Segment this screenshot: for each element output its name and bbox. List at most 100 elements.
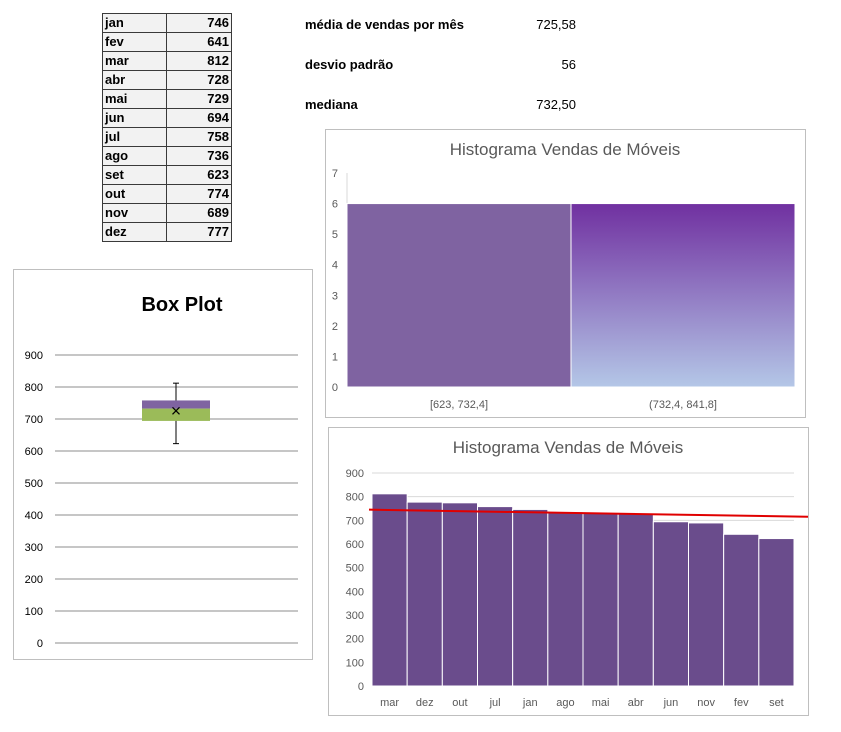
y-tick-label: 100 bbox=[346, 657, 364, 669]
y-tick-label: 600 bbox=[346, 539, 364, 551]
histogram-bar bbox=[652, 521, 690, 687]
value-cell: 758 bbox=[166, 127, 232, 147]
y-tick-label: 200 bbox=[346, 634, 364, 646]
x-tick-label: dez bbox=[416, 697, 434, 709]
y-tick-label: 4 bbox=[332, 260, 338, 272]
x-tick-label: mar bbox=[380, 697, 399, 709]
y-tick-label: 0 bbox=[358, 681, 364, 693]
value-cell: 736 bbox=[166, 146, 232, 166]
histogram-bar bbox=[512, 508, 549, 687]
y-tick-label: 700 bbox=[346, 515, 364, 527]
value-cell: 623 bbox=[166, 165, 232, 185]
histogram-bar bbox=[406, 501, 443, 687]
boxplot-chart[interactable]: Box Plot 0 100 200 300 400 500 600 700 800 900 bbox=[13, 269, 313, 660]
y-tick-label: 200 bbox=[25, 574, 43, 586]
table-row: dez 777 bbox=[102, 222, 232, 242]
y-tick-label: 600 bbox=[25, 446, 43, 458]
y-tick-label: 400 bbox=[346, 586, 364, 598]
y-tick-label: 5 bbox=[332, 229, 338, 241]
month-cell: set bbox=[102, 165, 167, 185]
value-cell: 746 bbox=[166, 13, 232, 33]
x-tick-label: set bbox=[769, 697, 784, 709]
table-row: jan 746 bbox=[102, 13, 232, 33]
month-cell: out bbox=[102, 184, 167, 204]
y-tick-label: 100 bbox=[25, 606, 43, 618]
table-row: out 774 bbox=[102, 184, 232, 204]
value-cell: 641 bbox=[166, 32, 232, 52]
boxplot-svg: Box Plot 0 100 200 300 400 500 600 700 800 900 bbox=[25, 294, 298, 650]
mean-value: 725,58 bbox=[536, 17, 576, 32]
x-tick-label: jan bbox=[522, 697, 538, 709]
x-tick-label: jul bbox=[489, 697, 501, 709]
y-tick-label: 800 bbox=[25, 382, 43, 394]
boxplot-title: Box Plot bbox=[141, 294, 222, 316]
y-tick-label: 0 bbox=[37, 638, 43, 650]
histogram-bar bbox=[570, 203, 796, 388]
x-tick-label: abr bbox=[628, 697, 644, 709]
table-row: ago 736 bbox=[102, 146, 232, 166]
month-cell: mar bbox=[102, 51, 167, 71]
value-cell: 694 bbox=[166, 108, 232, 128]
table-row: set 623 bbox=[102, 165, 232, 185]
table-row: mai 729 bbox=[102, 89, 232, 109]
y-tick-label: 500 bbox=[346, 563, 364, 575]
y-tick-label: 2 bbox=[332, 321, 338, 333]
histogram-1-svg: Histograma Vendas de Móveis 0 1 2 3 4 5 6 7 [623… bbox=[332, 140, 796, 411]
x-tick-label: [623, 732,4] bbox=[430, 399, 488, 411]
histogram-bar bbox=[758, 538, 795, 687]
month-cell: jan bbox=[102, 13, 167, 33]
table-row: fev 641 bbox=[102, 32, 232, 52]
std-value: 56 bbox=[561, 57, 576, 72]
y-tick-label: 7 bbox=[332, 168, 338, 180]
x-tick-label: mai bbox=[592, 697, 610, 709]
histogram-chart-2[interactable]: Histograma Vendas de Móveis 0 100 200 300 40… bbox=[328, 427, 809, 716]
median-value: 732,50 bbox=[536, 97, 576, 112]
y-tick-label: 6 bbox=[332, 199, 338, 211]
histogram-chart-1[interactable]: Histograma Vendas de Móveis 0 1 2 3 4 5 6 7 [623… bbox=[325, 129, 806, 418]
mean-label: média de vendas por mês bbox=[305, 17, 464, 32]
table-row: abr 728 bbox=[102, 70, 232, 90]
y-tick-label: 400 bbox=[25, 510, 43, 522]
y-tick-label: 500 bbox=[25, 478, 43, 490]
sales-table: jan 746 fev 641 mar 812 abr 728 mai 729 jun 694 jul 7… bbox=[102, 13, 232, 242]
histogram-bar bbox=[688, 522, 725, 687]
median-label: mediana bbox=[305, 97, 358, 112]
y-tick-label: 300 bbox=[346, 610, 364, 622]
x-tick-label: fev bbox=[734, 697, 749, 709]
month-cell: jul bbox=[102, 127, 167, 147]
histogram-bar bbox=[582, 512, 619, 687]
y-tick-label: 900 bbox=[346, 468, 364, 480]
x-tick-label: out bbox=[452, 697, 467, 709]
histogram-bar bbox=[617, 513, 654, 687]
value-cell: 729 bbox=[166, 89, 232, 109]
histogram-bar bbox=[371, 493, 408, 687]
y-tick-label: 1 bbox=[332, 351, 338, 363]
y-tick-label: 900 bbox=[25, 350, 43, 362]
x-tick-label: jun bbox=[663, 697, 679, 709]
value-cell: 728 bbox=[166, 70, 232, 90]
sales-table-body: jan 746 fev 641 mar 812 abr 728 mai 729 jun 694 jul 7… bbox=[102, 13, 232, 242]
value-cell: 774 bbox=[166, 184, 232, 204]
value-cell: 777 bbox=[166, 222, 232, 242]
histogram-2-title: Histograma Vendas de Móveis bbox=[453, 438, 684, 457]
histogram-1-title: Histograma Vendas de Móveis bbox=[450, 140, 681, 159]
histogram-bar bbox=[723, 533, 760, 687]
table-row: jun 694 bbox=[102, 108, 232, 128]
y-tick-label: 300 bbox=[25, 542, 43, 554]
x-tick-label: nov bbox=[697, 697, 715, 709]
month-cell: ago bbox=[102, 146, 167, 166]
histogram-bar bbox=[346, 203, 572, 388]
month-cell: fev bbox=[102, 32, 167, 52]
histogram-bar bbox=[477, 506, 514, 687]
y-tick-label: 3 bbox=[332, 290, 338, 302]
histogram-2-svg: Histograma Vendas de Móveis 0 100 200 300 40… bbox=[346, 438, 809, 709]
month-cell: jun bbox=[102, 108, 167, 128]
value-cell: 812 bbox=[166, 51, 232, 71]
x-tick-label: ago bbox=[556, 697, 574, 709]
y-tick-label: 800 bbox=[346, 492, 364, 504]
y-tick-label: 700 bbox=[25, 414, 43, 426]
month-cell: dez bbox=[102, 222, 167, 242]
table-row: mar 812 bbox=[102, 51, 232, 71]
value-cell: 689 bbox=[166, 203, 232, 223]
month-cell: nov bbox=[102, 203, 167, 223]
